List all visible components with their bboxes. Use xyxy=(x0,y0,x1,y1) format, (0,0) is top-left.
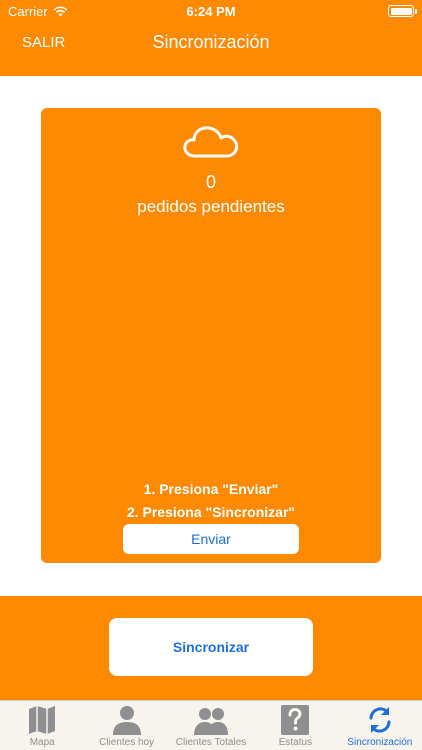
battery-icon xyxy=(388,5,417,17)
pending-label: pedidos pendientes xyxy=(137,197,285,216)
tab-clientes-hoy[interactable]: Clientes hoy xyxy=(84,701,168,750)
navigation-bar: SALIR Sincronización xyxy=(0,22,422,66)
carrier-label: Carrier xyxy=(8,3,48,19)
tab-mapa[interactable]: Mapa xyxy=(0,701,84,750)
people-icon xyxy=(194,708,229,735)
question-icon xyxy=(281,705,310,735)
person-icon xyxy=(112,706,141,735)
instruction-step-1: 1. Presiona "Enviar" xyxy=(143,481,279,497)
logout-button[interactable]: SALIR xyxy=(22,34,65,51)
sync-icon xyxy=(369,707,391,733)
wifi-icon xyxy=(53,6,68,16)
cloud-icon xyxy=(183,126,239,158)
sync-panel: Sincronizar xyxy=(0,596,422,700)
battery-fill xyxy=(390,7,412,15)
tab-label: Clientes hoy xyxy=(99,737,155,748)
tab-estatus[interactable]: Estatus xyxy=(253,701,337,750)
tab-bar: Mapa Clientes hoy Clientes Totales Estat… xyxy=(0,700,422,750)
status-left: Carrier xyxy=(8,4,68,19)
tab-label: Sincronización xyxy=(347,737,413,748)
tab-label: Clientes Totales xyxy=(175,737,247,748)
tab-label: Mapa xyxy=(29,737,55,748)
send-button[interactable]: Enviar xyxy=(123,524,299,554)
pending-orders-card: 0 pedidos pendientes 1. Presiona "Enviar… xyxy=(41,108,381,563)
tab-label: Estatus xyxy=(278,737,313,748)
tab-clientes-totales[interactable]: Clientes Totales xyxy=(169,701,253,750)
status-bar: Carrier 6:24 PM xyxy=(0,0,422,22)
sync-button[interactable]: Sincronizar xyxy=(109,618,313,676)
pending-count: 0 xyxy=(205,172,216,192)
map-icon xyxy=(29,706,56,734)
instruction-step-2: 2. Presiona "Sincronizar" xyxy=(126,504,296,520)
tab-sincronizacion[interactable]: Sincronización xyxy=(338,701,422,750)
